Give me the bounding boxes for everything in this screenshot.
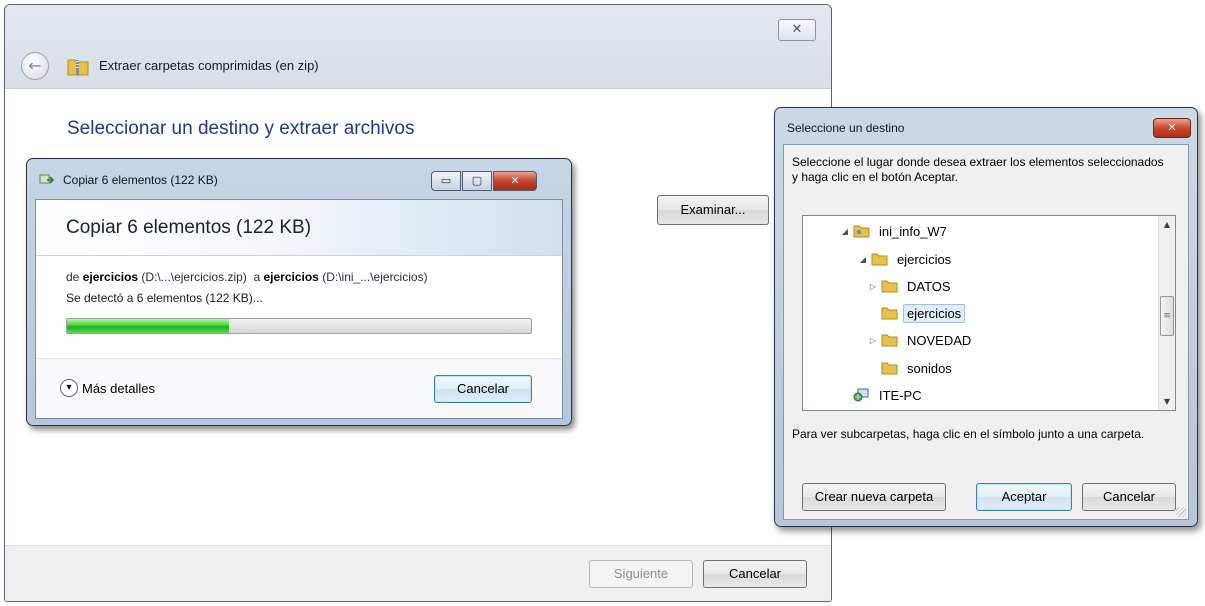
to-prefix: a (253, 270, 261, 284)
from-prefix: de (66, 270, 80, 284)
copy-content: Copiar 6 elementos (122 KB) de ejercicio… (35, 199, 563, 419)
folder-tree[interactable]: ◢ ini_info_W7 ◢ ejercicios ▷ DATOS ejerc… (802, 215, 1176, 411)
wizard-title: Extraer carpetas comprimidas (en zip) (99, 58, 319, 73)
tree-item-novedad[interactable]: ▷ NOVEDAD (867, 329, 975, 351)
dest-path: (D:\ini_...\ejercicios) (322, 270, 428, 284)
copy-titlebar[interactable]: Copiar 6 elementos (122 KB) ▭ ▢ ✕ (27, 159, 571, 195)
copy-status-text: Se detectó a 6 elementos (122 KB)... (66, 291, 263, 305)
copy-close-button[interactable]: ✕ (493, 171, 537, 191)
network-computer-icon (853, 388, 870, 402)
tree-scrollbar[interactable]: ▲ ≡ ▼ (1158, 216, 1175, 410)
more-details-label: Más detalles (82, 380, 155, 396)
tree-item-label: NOVEDAD (907, 332, 972, 348)
tree-item-label: sonidos (907, 360, 952, 376)
minimize-button[interactable]: ▭ (431, 171, 461, 191)
folder-icon (881, 306, 898, 320)
chevron-down-icon: ▾ (60, 379, 78, 397)
new-folder-button[interactable]: Crear nueva carpeta (802, 483, 946, 511)
browse-instructions: Seleccione el lugar donde desea extraer … (792, 155, 1164, 184)
folder-icon (881, 361, 898, 375)
expand-triangle-icon[interactable]: ▷ (867, 336, 879, 345)
scroll-down-icon[interactable]: ▼ (1159, 393, 1175, 410)
folder-icon (881, 333, 898, 347)
dest-name[interactable]: ejercicios (263, 270, 318, 284)
expand-triangle-icon[interactable]: ▷ (867, 282, 879, 291)
scroll-up-icon[interactable]: ▲ (1159, 216, 1175, 233)
tree-item-label: ejercicios (903, 303, 966, 323)
tree-item-ejercicios-selected[interactable]: ejercicios (867, 302, 966, 324)
copy-footer: ▾ Más detalles Cancelar (36, 358, 562, 418)
copy-window-title: Copiar 6 elementos (122 KB) (63, 173, 218, 187)
wizard-heading: Seleccionar un destino y extraer archivo… (67, 118, 415, 139)
progress-fill (67, 319, 230, 333)
tree-item-datos[interactable]: ▷ DATOS (867, 275, 955, 297)
copy-header: Copiar 6 elementos (122 KB) (36, 200, 562, 256)
copy-progress-dialog: Copiar 6 elementos (122 KB) ▭ ▢ ✕ Copiar… (26, 158, 572, 426)
folder-icon (881, 279, 898, 293)
copy-files-icon (39, 173, 55, 187)
collapse-triangle-icon[interactable]: ◢ (839, 227, 851, 236)
wizard-footer: Siguiente Cancelar (5, 545, 831, 601)
tree-item-ini-info-w7[interactable]: ◢ ini_info_W7 (839, 220, 951, 242)
resize-grip-icon[interactable] (1176, 507, 1186, 517)
caption-buttons: ▭ ▢ ✕ (431, 171, 538, 191)
browse-cancel-button[interactable]: Cancelar (1082, 483, 1176, 511)
browse-close-button[interactable]: ✕ (1153, 118, 1191, 138)
tree-item-label: DATOS (907, 278, 951, 294)
folder-icon (871, 252, 888, 266)
wizard-cancel-button[interactable]: Cancelar (703, 560, 807, 588)
more-details-toggle[interactable]: ▾ Más detalles (60, 379, 155, 397)
tree-item-label: ejercicios (897, 251, 952, 267)
wizard-close-button[interactable]: ✕ (778, 19, 816, 41)
tree-item-label: ITE-PC (879, 387, 922, 403)
copy-cancel-button[interactable]: Cancelar (434, 375, 532, 403)
back-arrow-icon[interactable]: ← (21, 52, 49, 80)
select-destination-dialog: Seleccione un destino ✕ Seleccione el lu… (774, 107, 1198, 527)
maximize-button[interactable]: ▢ (462, 171, 492, 191)
browse-content: Seleccione el lugar donde desea extraer … (783, 144, 1189, 520)
wizard-header (5, 5, 831, 89)
tree-item-ite-pc[interactable]: ITE-PC (839, 384, 926, 406)
collapse-triangle-icon[interactable]: ◢ (857, 255, 869, 264)
source-path: (D:\...\ejercicios.zip) (141, 270, 247, 284)
zip-folder-icon (67, 56, 89, 76)
browse-hint: Para ver subcarpetas, haga clic en el sí… (792, 427, 1145, 441)
copy-progress-bar (66, 318, 532, 334)
browse-button[interactable]: Examinar... (657, 195, 769, 225)
copy-source-destination: de ejercicios (D:\...\ejercicios.zip) a … (66, 270, 428, 284)
user-folder-icon (853, 224, 870, 238)
copy-header-title: Copiar 6 elementos (122 KB) (66, 217, 312, 238)
source-name[interactable]: ejercicios (83, 270, 138, 284)
browse-dialog-title: Seleccione un destino (787, 121, 905, 135)
tree-item-label: ini_info_W7 (879, 223, 947, 239)
tree-item-sonidos[interactable]: sonidos (867, 357, 956, 379)
accept-button[interactable]: Aceptar (976, 483, 1072, 511)
scroll-thumb[interactable]: ≡ (1160, 296, 1174, 336)
tree-item-ejercicios[interactable]: ◢ ejercicios (857, 248, 955, 270)
next-button[interactable]: Siguiente (589, 560, 693, 588)
